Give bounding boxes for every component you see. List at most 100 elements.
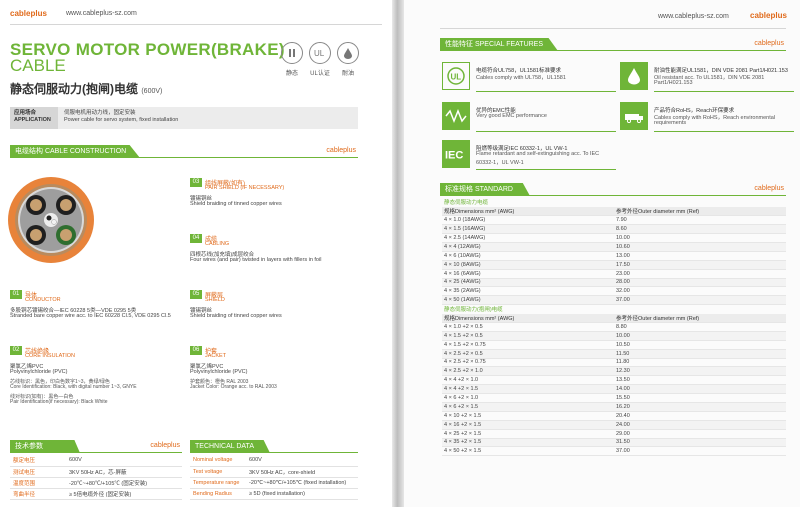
dimension-cell: 4 × 4 +2 × 1.0 [442, 375, 614, 386]
dimension-cell: 4 × 4 +2 × 1.5 [442, 384, 614, 395]
diameter-cell: 37.00 [614, 295, 786, 306]
application-value: 伺服电机用动力线，固定安装 Power cable for servo syst… [64, 110, 179, 123]
table-row: Bending Radius ≥ 5D (fixed installation) [190, 488, 358, 500]
diameter-cell: 10.50 [614, 340, 786, 350]
table-row: 4 × 4 (12AWG) 10.60 [442, 242, 786, 252]
diameter-cell: 13.00 [614, 251, 786, 261]
static-icon [281, 42, 303, 64]
diameter-cell: 28.00 [614, 278, 786, 288]
table-row: 温度范围 -20℃~+80℃/+105℃ (固定安装) [10, 477, 182, 489]
diameter-cell: 8.60 [614, 224, 786, 235]
group-label-row: 静态伺服动力电缆 [442, 198, 786, 207]
diameter-cell: 29.00 [614, 429, 786, 439]
table-row: 4 × 2.5 +2 × 1.0 12.30 [442, 366, 786, 377]
ul-cert-icon: UL [442, 62, 470, 90]
table-row: 4 × 4 +2 × 1.5 14.00 [442, 384, 786, 395]
table-row: Test voltage 3KV 50Hz AC，core-shield [190, 466, 358, 478]
dimension-cell: 4 × 35 +2 × 1.5 [442, 438, 614, 448]
table-row: 4 × 6 +2 × 1.0 15.50 [442, 393, 786, 403]
column-header-diameter: 参考外径Outer diameter mm (Ref) [614, 313, 786, 323]
diameter-cell: 10.00 [614, 233, 786, 243]
diameter-cell: 20.40 [614, 411, 786, 421]
standard-table: 静态伺服动力电缆 规格Dimensions mm² (AWG) 参考外径Outer … [442, 198, 786, 457]
column-header-dimensions: 规格Dimensions mm² (AWG) [442, 313, 614, 323]
oil-resistant-icon [337, 42, 359, 64]
dimension-cell: 4 × 1.5 +2 × 0.75 [442, 340, 614, 350]
table-header-row: 规格Dimensions mm² (AWG) 参考外径Outer diameter… [442, 206, 786, 217]
dimension-cell: 4 × 25 (4AWG) [442, 278, 614, 288]
table-row: 4 × 35 (2AWG) 32.00 [442, 286, 786, 297]
table-row: 4 × 10 (8AWG) 17.50 [442, 260, 786, 270]
table-row: 4 × 2.5 +2 × 0.75 11.80 [442, 358, 786, 368]
left-page: cableplus www.cableplus-sz.com SERVO MOT… [0, 0, 392, 507]
table-row: Nominal voltage 600V [190, 455, 358, 467]
param-name: 测试电压 [10, 466, 66, 478]
dimension-cell: 4 × 6 +2 × 1.0 [442, 393, 614, 403]
website-url: www.cableplus-sz.com [658, 13, 729, 20]
dimension-cell: 4 × 2.5 +2 × 0.5 [442, 349, 614, 359]
iec-icon: IEC [442, 140, 470, 168]
table-row: 额定电压 600V [10, 455, 182, 467]
tech-data-cn-header: 技术参数 cableplus [10, 440, 182, 453]
svg-text:IEC: IEC [445, 150, 463, 162]
product-title-cn: 静态伺服动力(抱闸)电缆 (600V) [10, 82, 163, 96]
table-row: 4 × 1.5 (16AWG) 8.60 [442, 224, 786, 235]
diameter-cell: 11.80 [614, 358, 786, 368]
dimension-cell: 4 × 1.0 (18AWG) [442, 215, 614, 226]
group-spacer [614, 305, 786, 314]
dimension-cell: 4 × 4 (12AWG) [442, 242, 614, 252]
group-label: 静态伺服动力(抱闸)电缆 [444, 307, 503, 314]
group-label: 静态伺服动力电缆 [444, 200, 489, 207]
badge-label-oil: 耐油 [341, 71, 354, 77]
group-spacer [614, 198, 786, 207]
cable-construction-header: 电缆结构 CABLE CONSTRUCTION cableplus [10, 145, 358, 158]
diameter-cell: 17.50 [614, 260, 786, 270]
table-row: 4 × 6 (10AWG) 13.00 [442, 251, 786, 261]
tech-data-en-table: Nominal voltage 600V Test voltage 3KV 50Hz … [190, 455, 358, 500]
diameter-cell: 12.30 [614, 366, 786, 377]
diameter-cell: 32.00 [614, 286, 786, 297]
table-row: 弯曲半径 ≥ 5倍电缆外径 (固定安装) [10, 488, 182, 500]
dimension-cell: 4 × 1.5 +2 × 0.5 [442, 331, 614, 341]
param-value: 600V [246, 455, 358, 467]
param-name: 温度范围 [10, 477, 66, 489]
dimension-cell: 4 × 16 (6AWG) [442, 269, 614, 279]
diameter-cell: 15.50 [614, 393, 786, 403]
dimension-cell: 4 × 6 +2 × 1.5 [442, 402, 614, 412]
diameter-cell: 23.00 [614, 269, 786, 279]
param-value: ≥ 5D (fixed installation) [246, 488, 358, 500]
section-brand: cableplus [326, 147, 356, 154]
dimension-cell: 4 × 10 +2 × 1.5 [442, 411, 614, 421]
badge-label-ul: UL认证 [310, 71, 330, 77]
table-row: 4 × 16 (6AWG) 23.00 [442, 269, 786, 279]
dimension-cell: 4 × 16 +2 × 1.5 [442, 420, 614, 430]
table-row: 4 × 50 (1AWG) 37.00 [442, 295, 786, 306]
diameter-cell: 8.80 [614, 322, 786, 332]
cable-cross-section-image [8, 177, 94, 263]
header-rule [440, 28, 786, 29]
param-name: Temperature range [190, 477, 246, 489]
svg-text:UL: UL [451, 73, 462, 82]
dimension-cell: 4 × 1.5 (16AWG) [442, 224, 614, 235]
brand-logo: cableplus [10, 9, 47, 18]
diameter-cell: 31.50 [614, 438, 786, 448]
table-row: 4 × 1.5 +2 × 0.5 10.00 [442, 331, 786, 341]
dimension-cell: 4 × 6 (10AWG) [442, 251, 614, 261]
diameter-cell: 13.50 [614, 375, 786, 386]
param-name: 弯曲半径 [10, 488, 66, 500]
param-value: 600V [66, 455, 182, 467]
diameter-cell: 10.00 [614, 331, 786, 341]
brand-logo: cableplus [750, 11, 787, 20]
param-name: Bending Radius [190, 488, 246, 500]
table-row: 4 × 10 +2 × 1.5 20.40 [442, 411, 786, 421]
product-title-line2: CABLE [10, 56, 66, 75]
diameter-cell: 37.00 [614, 446, 786, 457]
svg-text:UL: UL [314, 49, 325, 58]
badge-label-static: 静态 [285, 71, 298, 77]
param-name: 额定电压 [10, 455, 66, 467]
group-label-row: 静态伺服动力(抱闸)电缆 [442, 305, 786, 314]
param-value: -20℃~+80℃/+105℃ (fixed installation) [246, 477, 358, 489]
param-name: Test voltage [190, 466, 246, 478]
dimension-cell: 4 × 35 (2AWG) [442, 286, 614, 297]
application-box: 应用场合 APPLICATION 伺服电机用动力线，固定安装 Power cab… [10, 107, 358, 129]
